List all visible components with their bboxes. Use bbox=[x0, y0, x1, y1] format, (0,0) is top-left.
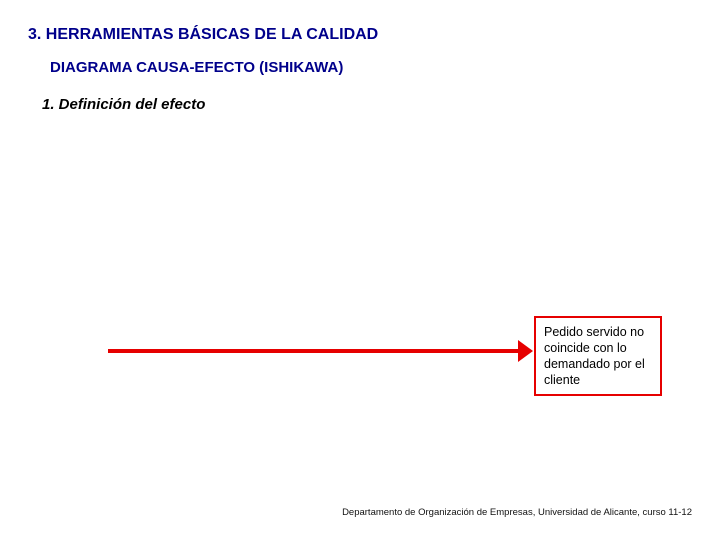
arrowhead-icon bbox=[518, 340, 533, 362]
step-heading: 1. Definición del efecto bbox=[42, 96, 205, 113]
slide: 3. HERRAMIENTAS BÁSICAS DE LA CALIDAD DI… bbox=[0, 0, 720, 540]
effect-text: Pedido servido no coincide con lo demand… bbox=[544, 325, 645, 387]
diagram-subtitle: DIAGRAMA CAUSA-EFECTO (ISHIKAWA) bbox=[50, 59, 343, 76]
effect-box: Pedido servido no coincide con lo demand… bbox=[534, 316, 662, 396]
section-title: 3. HERRAMIENTAS BÁSICAS DE LA CALIDAD bbox=[28, 26, 378, 44]
fishbone-spine bbox=[108, 349, 522, 353]
footer-credit: Departamento de Organización de Empresas… bbox=[342, 507, 692, 518]
